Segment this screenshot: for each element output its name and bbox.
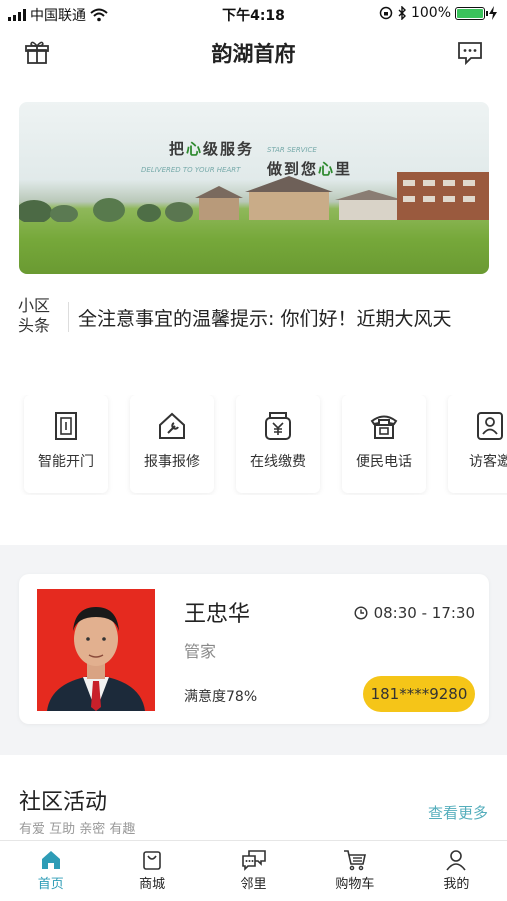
home-icon	[41, 851, 60, 869]
activity-subtitle: 有爱 互助 亲密 有趣	[19, 822, 136, 837]
steward-portrait	[37, 589, 155, 711]
slogan-2-prefix: 做到您	[267, 160, 319, 178]
door-icon	[55, 412, 77, 440]
news-label: 小区头条	[18, 296, 51, 335]
promo-banner[interactable]: 把心级服务 STAR SERVICE DELIVERED TO YOUR HEA…	[19, 102, 489, 274]
tab-label: 商城	[139, 877, 166, 892]
battery-percent: 100%	[410, 5, 451, 21]
slogan-1-heart: 心	[186, 140, 204, 158]
slogan-1-suffix: 级服务	[203, 140, 255, 158]
tab-label: 首页	[37, 877, 64, 892]
service-visitor[interactable]: 访客邀	[448, 395, 507, 493]
tab-neighbors[interactable]: 邻里	[203, 841, 304, 901]
view-more-link[interactable]: 查看更多	[428, 802, 488, 823]
hours-text: 08:30 - 17:30	[373, 604, 475, 622]
service-phone[interactable]: 便民电话	[342, 395, 426, 493]
steward-satisfaction: 满意度78%	[184, 689, 258, 705]
steward-card[interactable]: 王忠华 管家 08:30 - 17:30 满意度78% 181****9280	[19, 574, 489, 724]
user-icon	[446, 850, 466, 871]
news-ticker[interactable]: 小区头条 全注意事宜的温馨提示: 你们好！近期大风天	[0, 294, 507, 340]
service-shortcuts: 智能开门 报事报修 在线缴费 便民电话 访客邀	[0, 395, 507, 495]
tab-label: 邻里	[240, 877, 267, 892]
tab-mine[interactable]: 我的	[406, 841, 507, 901]
status-bar: 中国联通 下午4:18 100%	[0, 0, 507, 28]
chat-icon	[241, 850, 266, 871]
repair-icon	[159, 412, 185, 439]
slogan-1-prefix: 把	[169, 140, 187, 158]
steward-role: 管家	[184, 642, 217, 661]
call-steward-button[interactable]: 181****9280	[363, 676, 475, 712]
nav-bar: 韵湖首府	[0, 28, 507, 78]
houses-graphic	[195, 172, 489, 220]
trees-graphic	[19, 198, 193, 222]
banner-slogan-1: 把心级服务	[169, 138, 254, 159]
service-smart-door[interactable]: 智能开门	[24, 395, 108, 493]
clock-icon	[354, 606, 368, 620]
tab-mall[interactable]: 商城	[101, 841, 202, 901]
service-label: 访客邀	[469, 454, 507, 470]
banner-slogan-2: 做到您心里	[267, 158, 352, 179]
slogan-2-heart: 心	[318, 160, 336, 178]
activity-title: 社区活动	[19, 790, 108, 815]
banner-en-2: DELIVERED TO YOUR HEART	[141, 166, 241, 174]
tab-label: 购物车	[335, 877, 375, 892]
rotation-lock-icon	[379, 6, 393, 20]
steward-name: 王忠华	[184, 602, 251, 627]
payment-icon	[265, 412, 291, 440]
bluetooth-icon	[398, 6, 406, 20]
service-label: 智能开门	[38, 454, 94, 470]
steward-photo	[37, 589, 155, 711]
slogan-2-suffix: 里	[335, 160, 353, 178]
service-label: 便民电话	[356, 454, 412, 470]
service-label: 在线缴费	[250, 454, 306, 470]
telephone-icon	[370, 415, 398, 439]
shopping-bag-icon	[143, 851, 161, 870]
service-repair[interactable]: 报事报修	[130, 395, 214, 493]
visitor-icon	[477, 412, 503, 440]
charging-icon	[489, 6, 497, 20]
battery-level	[457, 8, 483, 18]
service-payment[interactable]: 在线缴费	[236, 395, 320, 493]
steward-hours: 08:30 - 17:30	[354, 604, 475, 622]
page-title: 韵湖首府	[211, 42, 296, 66]
tab-bar: 首页 商城 邻里 购物车 我的	[0, 840, 507, 901]
service-label: 报事报修	[144, 454, 200, 470]
news-divider	[68, 302, 69, 332]
news-text[interactable]: 全注意事宜的温馨提示: 你们好！近期大风天	[78, 304, 498, 331]
message-icon[interactable]	[457, 40, 483, 66]
tab-cart[interactable]: 购物车	[304, 841, 405, 901]
tab-label: 我的	[443, 877, 470, 892]
tab-home[interactable]: 首页	[0, 841, 101, 901]
cart-icon	[343, 850, 366, 871]
banner-en-1: STAR SERVICE	[267, 146, 317, 154]
status-right: 100%	[379, 5, 497, 21]
battery-icon	[455, 6, 488, 20]
